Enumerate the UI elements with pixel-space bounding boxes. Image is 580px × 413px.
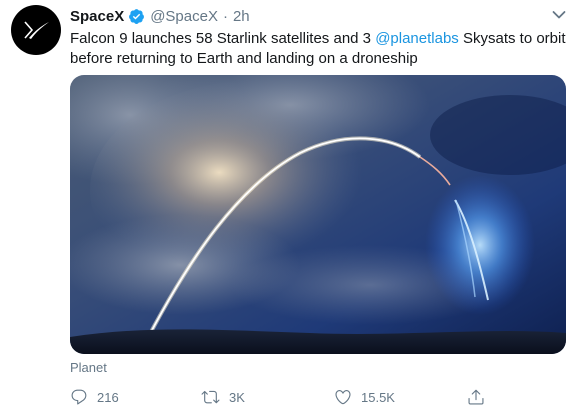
retweet-count: 3K bbox=[229, 389, 245, 405]
heart-icon bbox=[335, 390, 351, 405]
tweet-text: Falcon 9 launches 58 Starlink satellites… bbox=[70, 29, 570, 69]
mention-link[interactable]: @planetlabs bbox=[375, 30, 459, 47]
launch-photo bbox=[70, 75, 566, 354]
tweet-text-part1: Falcon 9 launches 58 Starlink satellites… bbox=[70, 30, 376, 47]
tweet-header: SpaceX @SpaceX · 2h bbox=[70, 6, 250, 26]
author-handle[interactable]: @SpaceX bbox=[150, 8, 218, 25]
retweet-button[interactable]: 3K bbox=[201, 386, 245, 408]
like-button[interactable]: 15.5K bbox=[334, 386, 395, 408]
tweet-card[interactable]: SpaceX @SpaceX · 2h Falcon 9 launches 58… bbox=[0, 0, 580, 413]
verified-badge-icon bbox=[129, 8, 145, 24]
like-count: 15.5K bbox=[361, 389, 395, 405]
reply-icon bbox=[71, 389, 87, 405]
share-button[interactable] bbox=[467, 386, 485, 408]
tweet-actions: 216 3K 15.5K bbox=[70, 386, 570, 408]
tweet-media-image[interactable] bbox=[70, 75, 566, 354]
spacex-logo-icon bbox=[24, 21, 49, 39]
separator-dot: · bbox=[222, 7, 228, 25]
reply-count: 216 bbox=[97, 389, 119, 405]
chevron-down-icon[interactable] bbox=[552, 10, 566, 20]
share-icon bbox=[468, 389, 484, 405]
reply-button[interactable]: 216 bbox=[70, 386, 119, 408]
avatar[interactable] bbox=[11, 5, 61, 55]
timestamp[interactable]: 2h bbox=[233, 8, 250, 25]
retweet-icon bbox=[201, 390, 220, 404]
media-credit[interactable]: Planet bbox=[70, 360, 107, 375]
author-name[interactable]: SpaceX bbox=[70, 8, 124, 25]
